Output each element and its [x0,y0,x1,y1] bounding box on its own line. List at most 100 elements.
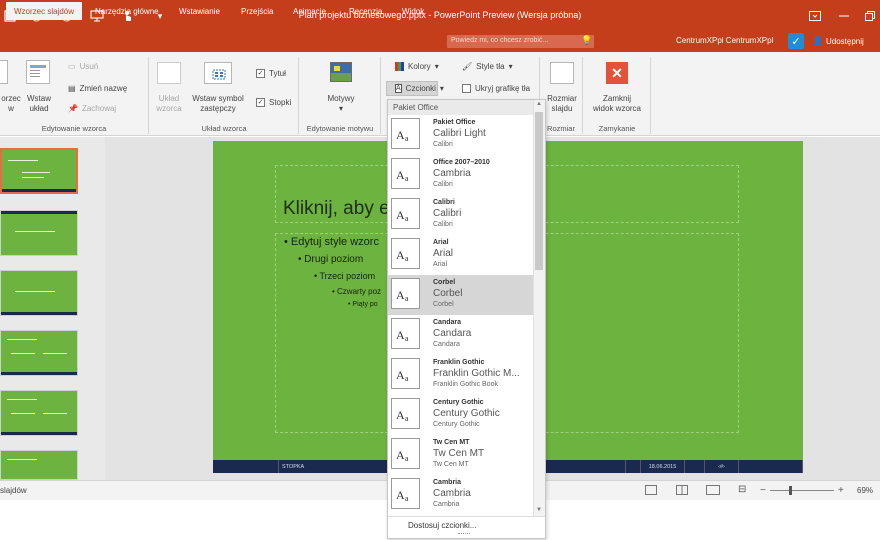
font-preview-icon: Aa [391,478,420,509]
close-master-label[interactable]: Zamknij widok wzorca [586,94,648,114]
minimize-icon[interactable] [834,6,854,26]
preserve-icon: 📌 [68,104,78,113]
body-font: Tw Cen MT [433,461,469,468]
heading-font: Tw Cen MT [433,448,485,459]
insert-master-label[interactable]: orzec w [0,94,22,114]
slideshow-view-icon[interactable]: ⊟ [738,484,746,495]
tab-animations[interactable]: Animacje [285,2,334,20]
insert-master-icon[interactable] [0,60,8,84]
font-theme-item[interactable]: Aa Pakiet Office Calibri Light Calibri [388,115,533,155]
body-font: Corbel [433,301,454,308]
slide-size-label[interactable]: Rozmiar slajdu [543,94,581,114]
bullet-level-5: • Piąty po [348,301,378,308]
font-preview-icon: Aa [391,238,420,269]
font-preview-icon: Aa [391,438,420,469]
footer-divider [625,460,640,473]
rename-button[interactable]: ▤ Zmień nazwę [68,84,127,93]
group-size: Rozmiar [547,124,575,133]
colors-button[interactable]: Kolory ▾ [395,62,439,71]
font-theme-item[interactable]: Aa Candara Candara Candara [388,315,533,355]
font-preview-icon: Aa [391,318,420,349]
bullet-level-3: • Trzeci poziom [314,271,376,281]
insert-layout-icon[interactable] [26,60,50,84]
body-font: Arial [433,261,448,268]
font-theme-item[interactable]: Aa Corbel Corbel Corbel [388,275,533,315]
normal-view-icon[interactable] [645,485,657,495]
bg-styles-button[interactable]: 🖌 Style tła ▾ [462,62,513,71]
font-theme-name: Corbel [433,279,456,286]
font-theme-name: Calibri [433,199,455,206]
tab-slide-master[interactable]: Wzorzec slajdów [6,2,83,20]
zoom-slider[interactable] [770,490,834,491]
dropdown-scroll-thumb[interactable] [535,112,543,270]
footers-checkbox[interactable]: ✓ Stopki [256,98,291,107]
font-theme-name: Tw Cen MT [433,439,470,446]
delete-button[interactable]: ▭ Usuń [68,62,98,71]
thumbnail-layout[interactable] [0,450,78,480]
thumbnail-layout[interactable] [0,210,78,256]
font-theme-item[interactable]: Aa Tw Cen MT Tw Cen MT Tw Cen MT [388,435,533,475]
bg-styles-icon: 🖌 [462,62,473,71]
font-preview-icon: Aa [391,398,420,429]
tell-me-input[interactable]: Powiedz mi, co chcesz zrobić... [447,35,594,48]
font-theme-item[interactable]: Aa Cambria Cambria Cambria [388,475,533,515]
master-layout-icon[interactable] [157,62,181,84]
zoom-slider-thumb[interactable] [789,486,792,495]
zoom-out-icon[interactable]: − [760,485,766,496]
close-master-icon[interactable]: ✕ [606,62,628,84]
group-separator [582,57,583,134]
thumbnail-master[interactable] [0,148,78,194]
font-theme-item[interactable]: Aa Arial Arial Arial [388,235,533,275]
heading-font: Franklin Gothic M... [433,368,520,379]
heading-font: Century Gothic [433,408,500,419]
date-placeholder[interactable]: 18.06.2015 [640,460,684,473]
reading-view-icon[interactable] [706,485,720,495]
group-edit-theme: Edytowanie motywu [306,124,374,133]
hide-bg-checkbox[interactable]: Ukryj grafikę tła [462,84,530,93]
resize-grip-icon[interactable] [458,533,470,536]
avatar-icon[interactable]: ✓ [788,33,804,49]
share-button[interactable]: Udostępnij [826,37,864,46]
preserve-button[interactable]: 📌 Zachowaj [68,104,116,113]
group-separator [148,57,149,134]
insert-layout-label[interactable]: Wstaw układ [22,94,56,114]
account-name[interactable]: CentrumXPpl CentrumXPpl [676,36,773,45]
font-theme-item[interactable]: Aa Office 2007–2010 Cambria Calibri [388,155,533,195]
insert-placeholder-icon[interactable] [204,62,232,84]
scroll-up-icon[interactable]: ▲ [536,101,542,107]
slide-number-placeholder[interactable]: ‹#› [704,460,738,473]
sorter-view-icon[interactable] [676,485,688,495]
heading-font: Candara [433,328,472,339]
thumbnail-layout[interactable] [0,270,78,316]
zoom-level[interactable]: 69% [857,486,873,495]
font-theme-item[interactable]: Aa Franklin Gothic Franklin Gothic M... Fra… [388,355,533,395]
insert-placeholder-label[interactable]: Wstaw symbol zastępczy [188,94,248,114]
slide-size-icon[interactable] [550,62,574,84]
fonts-button[interactable]: A Czcionki ▾ [386,81,444,96]
tab-review[interactable]: Recenzja [341,2,390,20]
tab-view[interactable]: Widok [394,2,432,20]
ribbon-display-icon[interactable] [805,6,825,26]
tab-transitions[interactable]: Przejścia [233,2,281,20]
body-font: Franklin Gothic Book [433,381,498,388]
thumbnail-layout[interactable] [0,390,78,436]
themes-icon[interactable] [330,62,352,82]
checkbox-unchecked-icon [462,84,471,93]
dropdown-arrow-icon: ▾ [508,62,513,71]
powerpoint-window: ▾ Plan projektu biznesowego.pptx - Power… [0,0,880,540]
tab-home[interactable]: Narzędzia główne [87,2,167,20]
font-theme-name: Office 2007–2010 [433,159,490,166]
font-theme-name: Candara [433,319,462,326]
status-slides: slajdów [0,486,27,495]
title-checkbox[interactable]: ✓ Tytuł [256,69,286,78]
scroll-down-icon[interactable]: ▼ [536,507,542,513]
font-theme-item[interactable]: Aa Century Gothic Century Gothic Century Go… [388,395,533,435]
tab-insert[interactable]: Wstawianie [171,2,228,20]
restore-icon[interactable] [860,6,880,26]
thumbnail-layout[interactable] [0,330,78,376]
zoom-in-icon[interactable]: + [838,485,844,496]
master-layout-label[interactable]: Układ wzorca [152,94,186,114]
delete-icon: ▭ [68,62,76,71]
themes-button[interactable]: Motywy ▾ [318,94,364,114]
font-theme-item[interactable]: Aa Calibri Calibri Calibri [388,195,533,235]
